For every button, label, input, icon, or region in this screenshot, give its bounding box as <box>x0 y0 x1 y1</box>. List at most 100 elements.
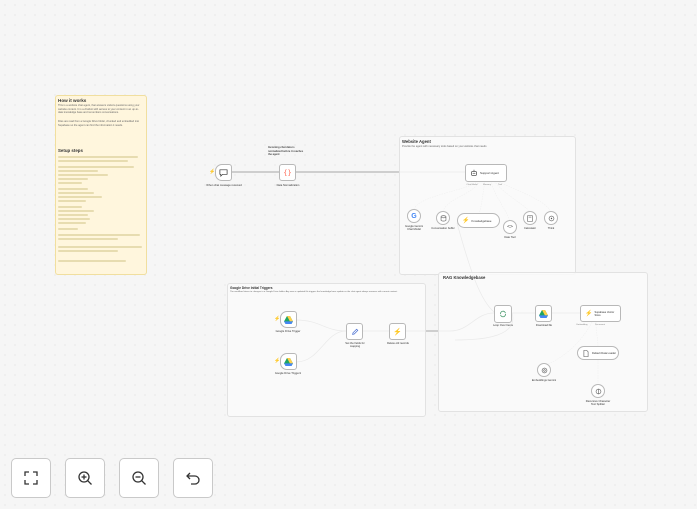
workflow-canvas[interactable]: How it works This is a website chat agen… <box>0 0 697 509</box>
setup-line <box>58 210 94 212</box>
embeddings-icon <box>541 367 547 373</box>
node-think[interactable] <box>544 211 558 225</box>
supabase-icon: ⚡ <box>585 311 593 317</box>
robot-icon <box>471 169 477 176</box>
setup-line <box>58 222 86 224</box>
loop-icon <box>500 310 506 318</box>
node-delete-old-label: Delete old records <box>387 342 409 345</box>
google-drive-icon <box>539 309 548 318</box>
data-normalization-note: Incoming chat data is normalized before … <box>268 146 304 157</box>
node-conversation-buffer[interactable] <box>436 211 450 225</box>
database-icon <box>440 214 446 221</box>
sticky-how-it-works-detail: Files are read from a Google Drive folde… <box>58 120 140 127</box>
setup-line <box>58 238 118 240</box>
sticky-website-agent[interactable]: Website Agent Provide the agent with nec… <box>399 136 576 275</box>
port-tool-label: Tool <box>497 184 502 186</box>
setup-line <box>58 234 140 236</box>
pencil-icon <box>351 328 358 335</box>
sticky-website-agent-subtitle: Provide the agent with necessary tools b… <box>402 145 487 148</box>
setup-line <box>58 246 142 248</box>
node-loop-files[interactable] <box>494 305 512 323</box>
zoom-in-button[interactable] <box>65 458 105 498</box>
node-download-file-label: Download file <box>535 324 553 327</box>
calculator-icon <box>527 214 533 222</box>
setup-line <box>58 218 90 220</box>
google-drive-icon <box>284 357 293 366</box>
setup-line <box>58 166 134 168</box>
node-delete-old[interactable]: ⚡ <box>389 323 406 340</box>
node-date-tool-label: Date Tool <box>504 236 516 239</box>
node-think-label: Think <box>547 227 555 230</box>
zoom-in-icon <box>78 471 92 485</box>
sticky-drive-triggers[interactable]: Google Drive Initial Triggers The workfl… <box>227 283 426 417</box>
setup-line <box>58 192 94 194</box>
node-embeddings-label: Embeddings Gemini <box>531 379 557 382</box>
node-conversation-buffer-label: Conversation buffer <box>431 227 455 230</box>
setup-line <box>58 170 98 172</box>
sticky-how-it-works-intro: This is a website chat agent, that answe… <box>58 104 141 115</box>
splitter-icon <box>595 388 601 394</box>
node-gemini-model-label: Google Gemini Chat Model <box>405 225 423 232</box>
code-braces-icon: {} <box>283 168 292 177</box>
node-supabase-store[interactable]: ⚡ Supabase Vector Store <box>580 305 621 322</box>
sticky-website-agent-title: Website Agent <box>402 139 431 144</box>
node-support-agent-label: Support Agent <box>480 171 500 175</box>
setup-line <box>58 178 88 180</box>
node-knowledgebase[interactable]: ⚡ Knowledgebase <box>457 213 500 228</box>
sticky-drive-triggers-title: Google Drive Initial Triggers <box>230 286 273 290</box>
supabase-icon: ⚡ <box>462 218 470 224</box>
undo-icon <box>186 472 200 485</box>
node-data-normalization[interactable]: {} <box>279 164 296 181</box>
setup-line <box>58 196 102 198</box>
node-embeddings[interactable] <box>537 363 551 377</box>
node-loop-files-label: Loop Over Items <box>493 324 513 327</box>
node-drive-trigger-2-label: Google Drive Trigger1 <box>274 372 302 375</box>
chat-icon <box>219 169 228 177</box>
google-drive-icon <box>284 315 293 324</box>
setup-line <box>58 228 78 230</box>
node-drive-trigger-2[interactable] <box>280 353 297 370</box>
node-supabase-store-label: Supabase Vector Store <box>594 310 615 317</box>
node-text-splitter[interactable] <box>591 384 605 398</box>
sticky-how-it-works-title: How it works <box>58 98 87 103</box>
sticky-drive-triggers-body: The workflow listens to changes in a Goo… <box>230 291 398 293</box>
node-set-fields-label: Set the fields for mapping <box>345 342 365 349</box>
zoom-out-icon <box>132 471 146 485</box>
undo-button[interactable] <box>173 458 213 498</box>
setup-line <box>58 214 88 216</box>
sticky-rag-title: RAG Knowledgebase <box>443 275 486 280</box>
node-chat-trigger[interactable] <box>215 164 232 181</box>
google-icon: G <box>411 212 417 220</box>
node-drive-trigger-1-label: Google Drive Trigger <box>275 330 301 333</box>
supabase-icon: ⚡ <box>393 328 402 336</box>
setup-line <box>58 174 108 176</box>
node-default-loader-label: Default Data Loader <box>592 351 617 355</box>
setup-line <box>58 200 86 202</box>
setup-line <box>58 182 82 184</box>
node-knowledgebase-label: Knowledgebase <box>471 218 492 223</box>
node-drive-trigger-1[interactable] <box>280 311 297 328</box>
port-embedding-label: Embedding <box>576 324 588 326</box>
node-set-fields[interactable] <box>346 323 363 340</box>
setup-line <box>58 250 118 252</box>
node-calculator[interactable] <box>523 211 537 225</box>
node-chat-trigger-label: When chat message received <box>206 184 242 187</box>
setup-line <box>58 206 82 208</box>
fit-view-button[interactable] <box>11 458 51 498</box>
node-default-loader[interactable]: Default Data Loader <box>577 346 619 360</box>
port-document-label: Document <box>595 324 605 326</box>
node-data-normalization-label: Data Normalization <box>276 184 300 187</box>
setup-line <box>58 156 138 158</box>
setup-line <box>58 188 88 190</box>
zoom-out-button[interactable] <box>119 458 159 498</box>
node-support-agent[interactable]: Support Agent <box>465 164 507 182</box>
node-download-file[interactable] <box>535 305 552 322</box>
node-text-splitter-label: Recursive Character Text Splitter <box>585 400 611 407</box>
sticky-how-it-works[interactable]: How it works This is a website chat agen… <box>55 95 147 275</box>
setup-line <box>58 160 128 162</box>
node-gemini-model[interactable]: G <box>407 209 421 223</box>
sticky-setup-title: Setup steps <box>58 148 83 153</box>
setup-line <box>58 260 126 262</box>
sticky-rag-knowledgebase[interactable]: RAG Knowledgebase <box>438 272 648 412</box>
fit-view-icon <box>24 471 38 485</box>
